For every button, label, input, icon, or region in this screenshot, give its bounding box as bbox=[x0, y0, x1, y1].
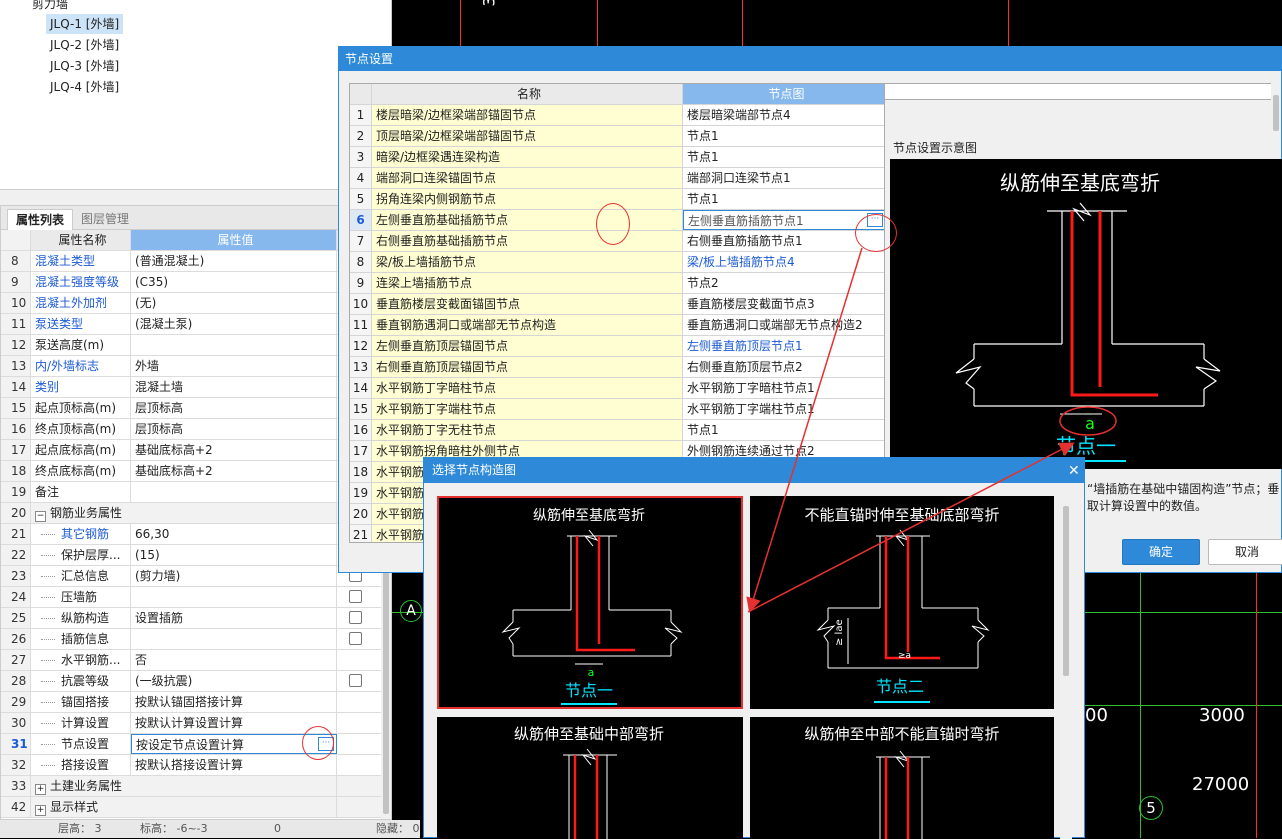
arrow-line bbox=[746, 247, 863, 613]
arrow-line bbox=[747, 442, 1075, 613]
annotation-arrows bbox=[746, 247, 1075, 613]
